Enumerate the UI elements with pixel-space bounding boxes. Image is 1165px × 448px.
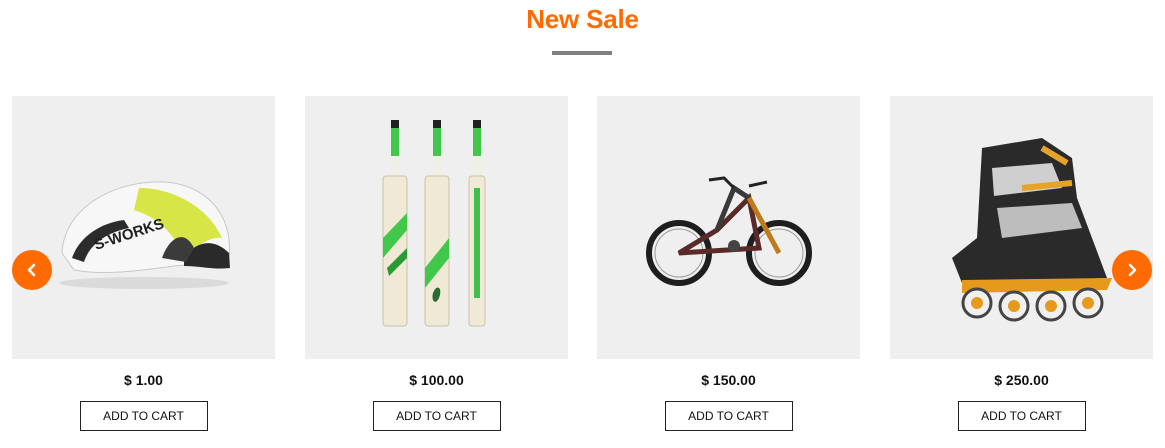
product-image[interactable] — [890, 96, 1153, 359]
add-to-cart-button[interactable]: ADD TO CART — [664, 401, 793, 431]
title-underline — [552, 51, 612, 55]
cricket-bats-image — [382, 119, 485, 326]
product-card: $ 100.00 ADD TO CART — [305, 96, 568, 431]
product-image[interactable] — [597, 96, 860, 359]
add-to-cart-button[interactable]: ADD TO CART — [79, 401, 208, 431]
add-to-cart-button[interactable]: ADD TO CART — [957, 401, 1086, 431]
carousel-prev-button[interactable] — [12, 250, 52, 290]
product-image[interactable]: S-WORKS — [12, 96, 275, 359]
product-image[interactable] — [305, 96, 568, 359]
inline-skate-image — [951, 137, 1112, 321]
mountain-bike-image — [645, 175, 812, 286]
new-sale-section: New Sale S-WORKS $ 1.00 ADD TO CART $ 10… — [0, 0, 1165, 448]
add-to-cart-button[interactable]: ADD TO CART — [372, 401, 501, 431]
product-price: $ 1.00 — [124, 372, 163, 388]
chevron-right-icon — [1128, 263, 1137, 277]
chevron-left-icon — [27, 263, 36, 277]
product-price: $ 100.00 — [409, 372, 464, 388]
product-card: S-WORKS $ 1.00 ADD TO CART — [12, 96, 275, 431]
helmet-image: S-WORKS — [58, 180, 230, 289]
section-title: New Sale — [526, 4, 639, 34]
carousel-next-button[interactable] — [1112, 250, 1152, 290]
product-price: $ 150.00 — [701, 372, 756, 388]
product-price: $ 250.00 — [994, 372, 1049, 388]
product-card: $ 150.00 ADD TO CART — [597, 96, 860, 431]
